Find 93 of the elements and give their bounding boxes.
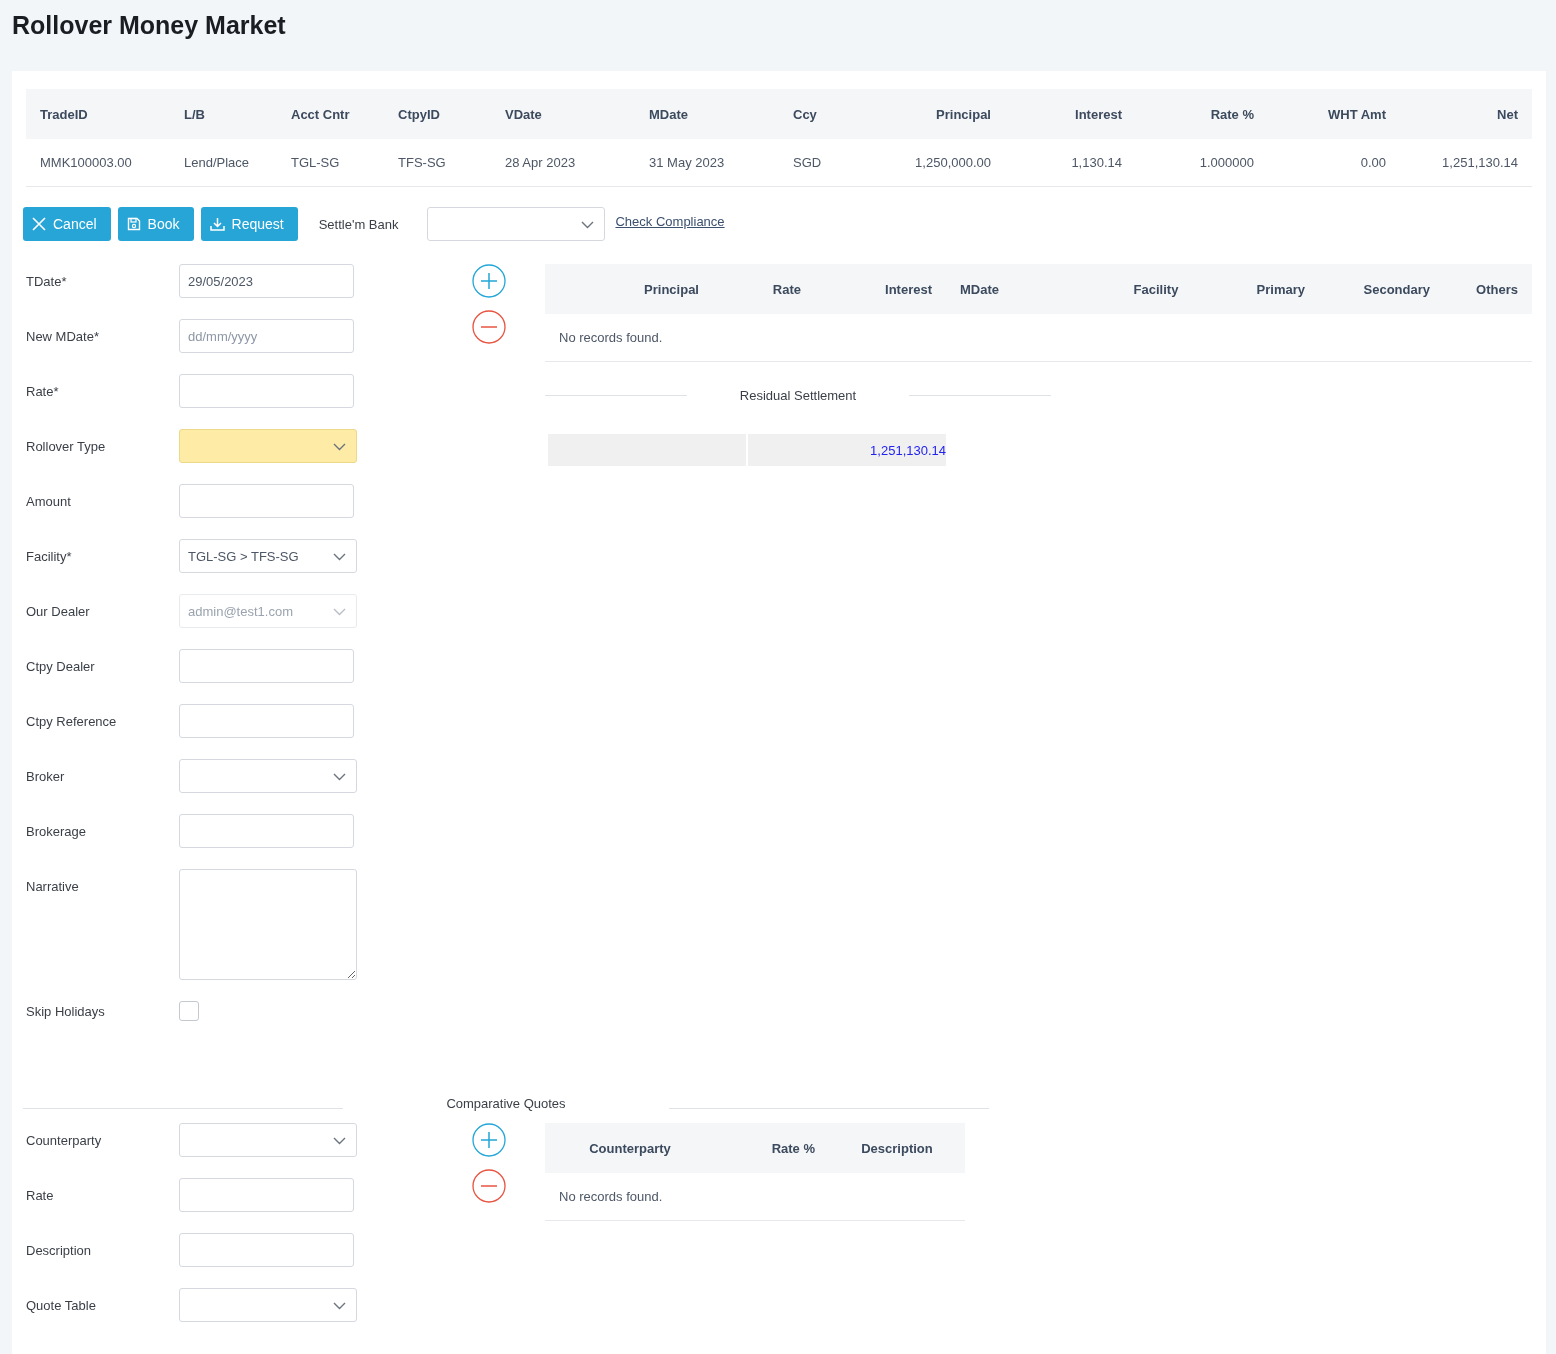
field-label: Narrative: [25, 878, 80, 894]
field-label: Amount: [25, 493, 72, 509]
column-header: Description: [860, 1140, 934, 1156]
field-label: Settle'm Bank: [318, 216, 399, 232]
column-header: L/B: [183, 106, 206, 122]
remove-icon[interactable]: [472, 1169, 506, 1203]
table-cell-text: 1,250,000.00: [914, 155, 992, 170]
column-header: Interest: [1074, 106, 1123, 122]
field-label: Brokerage: [25, 823, 87, 839]
chevron-down-icon: [333, 608, 346, 616]
field-label: Counterparty: [25, 1132, 103, 1148]
column-header: VDate: [504, 106, 543, 122]
column-header: MDate: [959, 281, 1000, 297]
chevron-down-icon: [333, 1302, 346, 1310]
chevron-down-icon: [333, 443, 346, 451]
dropdown-field[interactable]: [179, 1123, 357, 1157]
close-icon: [32, 217, 46, 231]
chevron-down-icon: [581, 221, 595, 229]
column-header: Rate %: [770, 1140, 816, 1156]
field-label: Rollover Type: [25, 438, 107, 454]
column-header: Primary: [1255, 281, 1306, 297]
book-button[interactable]: Book: [117, 207, 194, 241]
column-header: Rate: [771, 281, 802, 297]
chevron-down-icon: [333, 553, 346, 561]
empty-message: No records found.: [559, 330, 663, 345]
table-cell-text: 28 Apr 2023: [504, 155, 577, 170]
table-cell-text: 1.000000: [1198, 155, 1255, 170]
column-header: Rate %: [1209, 106, 1255, 122]
section-title: Residual Settlement: [738, 388, 858, 403]
column-header: Facility: [1132, 281, 1180, 297]
field-label: Skip Holidays: [25, 1003, 106, 1019]
column-header: CtpyID: [397, 106, 441, 122]
table-cell-text: Lend/Place: [183, 155, 251, 170]
add-icon[interactable]: [472, 264, 506, 298]
section-title: Comparative Quotes: [445, 1096, 567, 1111]
table-cell-text: 0.00: [1359, 155, 1387, 170]
column-header: TradeID: [39, 106, 89, 122]
dropdown-field[interactable]: [179, 429, 357, 463]
download-icon: [209, 217, 225, 231]
text-area[interactable]: [179, 869, 357, 980]
table-cell-text: SGD: [792, 155, 823, 170]
column-header: Secondary: [1362, 281, 1431, 297]
input-field[interactable]: [179, 484, 354, 518]
column-header: Interest: [884, 281, 933, 297]
input-field[interactable]: [179, 649, 354, 683]
chevron-down-icon: [333, 773, 346, 781]
field-label: Rate: [25, 1187, 55, 1203]
field-label: Facility*: [25, 548, 73, 564]
field-label: Ctpy Dealer: [25, 658, 96, 674]
dropdown-field[interactable]: [179, 1288, 357, 1322]
empty-message: No records found.: [559, 1189, 663, 1204]
column-header: Net: [1496, 106, 1519, 122]
column-header: Principal: [643, 281, 700, 297]
settlement-bank-dropdown[interactable]: [427, 207, 606, 241]
table-cell-text: TFS-SG: [397, 155, 447, 170]
chevron-down-icon: [333, 1137, 346, 1145]
input-field[interactable]: dd/mm/yyyy: [179, 319, 354, 353]
column-header: Principal: [935, 106, 992, 122]
field-label: TDate*: [25, 273, 68, 289]
add-icon[interactable]: [472, 1123, 506, 1157]
checkbox[interactable]: [179, 1001, 199, 1021]
input-field[interactable]: 29/05/2023: [179, 264, 354, 298]
field-label: Description: [25, 1242, 93, 1258]
field-label: Rate*: [25, 383, 60, 399]
column-header: Acct Cntr: [290, 106, 351, 122]
dropdown-field[interactable]: [179, 759, 357, 793]
column-header: MDate: [648, 106, 689, 122]
field-label: Our Dealer: [25, 603, 91, 619]
table-cell-text: 1,251,130.14: [1441, 155, 1519, 170]
remove-icon[interactable]: [472, 310, 506, 344]
residual-amount: 1,251,130.14: [748, 434, 946, 466]
page-title: Rollover Money Market: [12, 10, 287, 41]
field-label: New MDate*: [25, 328, 100, 344]
field-label: Broker: [25, 768, 66, 784]
input-field[interactable]: [179, 374, 354, 408]
field-label: Quote Table: [25, 1297, 97, 1313]
column-header: WHT Amt: [1327, 106, 1387, 122]
column-header: Counterparty: [588, 1140, 672, 1156]
field-label: Ctpy Reference: [25, 713, 118, 729]
column-header: Ccy: [792, 106, 818, 122]
table-cell-text: MMK100003.00: [39, 155, 133, 170]
column-header: Others: [1475, 281, 1519, 297]
check-compliance-link[interactable]: Check Compliance: [615, 213, 725, 229]
cancel-button[interactable]: Cancel: [23, 207, 111, 241]
input-field[interactable]: [179, 814, 354, 848]
input-field[interactable]: [179, 704, 354, 738]
table-cell-text: 1,130.14: [1070, 155, 1123, 170]
table-cell-text: 31 May 2023: [648, 155, 726, 170]
input-field[interactable]: [179, 1233, 354, 1267]
table-cell-text: TGL-SG: [290, 155, 341, 170]
dropdown-field[interactable]: TGL-SG > TFS-SG: [179, 539, 357, 573]
input-field[interactable]: [179, 1178, 354, 1212]
request-button[interactable]: Request: [200, 207, 298, 241]
